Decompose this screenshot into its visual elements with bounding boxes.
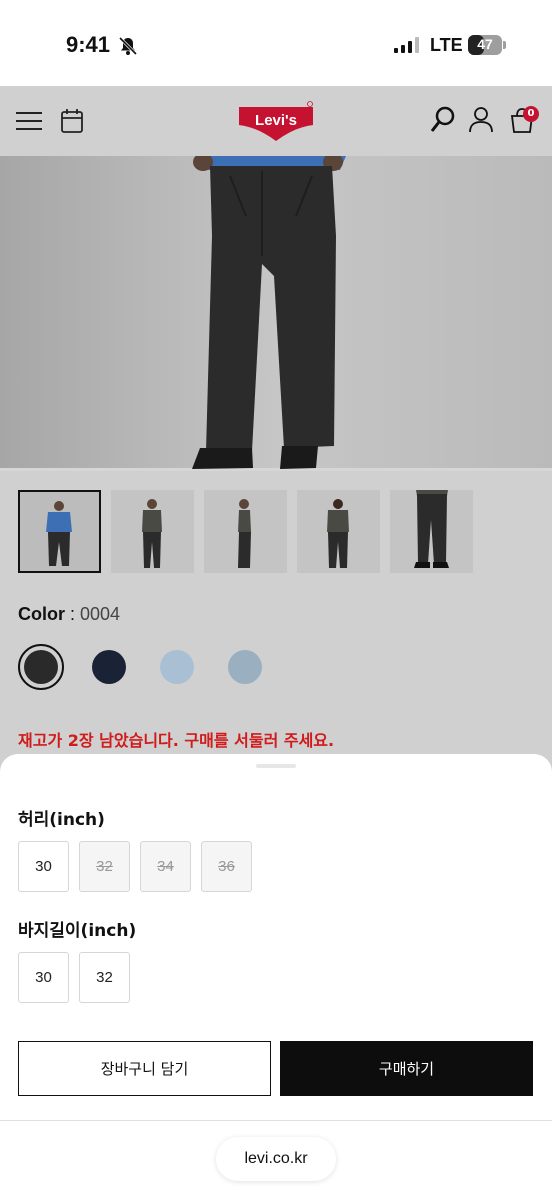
waist-label: 허리(inch) bbox=[18, 810, 105, 830]
logo-text: Levi's bbox=[255, 112, 297, 129]
option-bottom-sheet: 허리(inch) 30 32 34 36 바지길이(inch) 30 32 장바… bbox=[0, 754, 552, 1120]
cart-count-badge: 0 bbox=[523, 106, 539, 122]
add-to-cart-button[interactable]: 장바구니 담기 bbox=[18, 1041, 271, 1096]
product-hero-image[interactable] bbox=[0, 156, 552, 471]
length-size-32[interactable]: 32 bbox=[79, 952, 130, 1003]
status-bar: 9:41 LTE 47 bbox=[0, 0, 552, 86]
search-icon[interactable] bbox=[430, 106, 456, 134]
url-bar[interactable]: levi.co.kr bbox=[216, 1137, 336, 1181]
swatch-mid-blue[interactable] bbox=[222, 644, 268, 690]
thumbnail-strip bbox=[18, 490, 473, 573]
thumbnail-3[interactable] bbox=[204, 490, 287, 573]
length-label: 바지길이(inch) bbox=[18, 921, 137, 941]
color-label: Color : 0004 bbox=[18, 604, 120, 625]
thumbnail-2[interactable] bbox=[111, 490, 194, 573]
bell-slash-icon bbox=[118, 36, 138, 56]
length-size-row: 30 32 bbox=[18, 952, 130, 1003]
site-header: Levi's 0 bbox=[0, 86, 552, 156]
waist-size-32[interactable]: 32 bbox=[79, 841, 130, 892]
swatch-mid-blue-fill bbox=[228, 650, 262, 684]
hamburger-menu-icon[interactable] bbox=[16, 112, 42, 132]
signal-icon bbox=[394, 37, 419, 53]
swatch-navy[interactable] bbox=[86, 644, 132, 690]
network-label: LTE bbox=[430, 35, 463, 55]
stock-warning: 재고가 2장 남았습니다. 구매를 서둘러 주세요. bbox=[18, 731, 335, 750]
length-size-30[interactable]: 30 bbox=[18, 952, 69, 1003]
waist-size-row: 30 32 34 36 bbox=[18, 841, 252, 892]
swatch-black[interactable] bbox=[18, 644, 64, 690]
user-icon[interactable] bbox=[468, 106, 494, 134]
drag-handle[interactable] bbox=[256, 764, 296, 768]
status-time: 9:41 bbox=[66, 32, 111, 57]
browser-bottom-bar: levi.co.kr bbox=[0, 1120, 552, 1200]
battery-cap bbox=[503, 41, 506, 49]
color-label-separator: : bbox=[65, 604, 81, 624]
model-figure bbox=[0, 156, 552, 471]
battery-level: 47 bbox=[477, 36, 493, 52]
color-value: 0004 bbox=[80, 604, 121, 624]
waist-size-34[interactable]: 34 bbox=[140, 841, 191, 892]
color-swatches bbox=[18, 644, 268, 690]
levis-logo[interactable]: Levi's bbox=[237, 101, 315, 143]
waist-size-36[interactable]: 36 bbox=[201, 841, 252, 892]
swatch-black-fill bbox=[24, 650, 58, 684]
thumbnail-1[interactable] bbox=[18, 490, 101, 573]
color-label-title: Color bbox=[18, 604, 65, 624]
swatch-light-blue[interactable] bbox=[154, 644, 200, 690]
battery-icon: 47 bbox=[468, 35, 502, 55]
calendar-icon[interactable] bbox=[60, 108, 84, 134]
thumbnail-5[interactable] bbox=[390, 490, 473, 573]
thumbnail-4[interactable] bbox=[297, 490, 380, 573]
swatch-light-blue-fill bbox=[160, 650, 194, 684]
swatch-navy-fill bbox=[92, 650, 126, 684]
buy-now-button[interactable]: 구매하기 bbox=[280, 1041, 533, 1096]
waist-size-30[interactable]: 30 bbox=[18, 841, 69, 892]
